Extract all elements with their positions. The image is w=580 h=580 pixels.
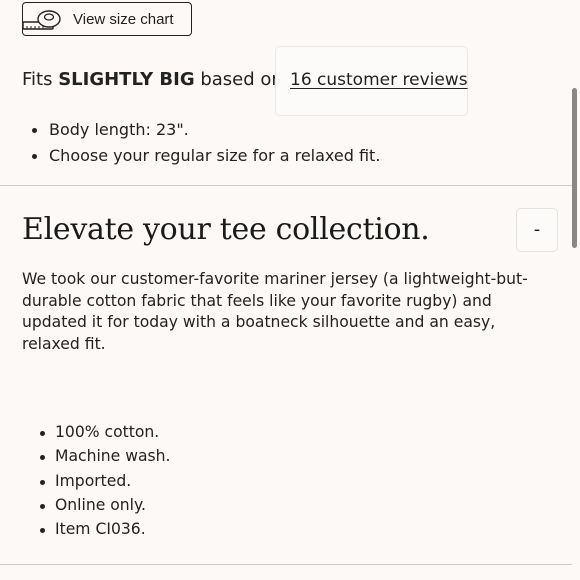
list-item: Body length: 23". xyxy=(32,118,380,144)
list-item: Item CI036. xyxy=(40,518,171,542)
customer-reviews-link[interactable]: 16 customer reviews xyxy=(290,70,468,90)
list-item: Machine wash. xyxy=(40,445,171,469)
scrollbar[interactable] xyxy=(572,88,577,248)
product-description: We took our customer-favorite mariner je… xyxy=(22,270,528,353)
size-chart-label: View size chart xyxy=(73,11,174,28)
tape-measure-icon xyxy=(22,10,61,30)
fit-notes-list: Body length: 23". Choose your regular si… xyxy=(32,118,380,170)
section-divider xyxy=(0,185,572,186)
list-item: Choose your regular size for a relaxed f… xyxy=(32,144,380,170)
section-title: Elevate your tee collection. xyxy=(22,212,430,247)
product-details-list: 100% cotton. Machine wash. Imported. Onl… xyxy=(40,421,171,542)
fit-emphasis: SLIGHTLY BIG xyxy=(58,69,195,90)
list-item: 100% cotton. xyxy=(40,421,171,445)
fit-prefix: Fits xyxy=(22,69,59,90)
reviews-link-container: 16 customer reviews xyxy=(275,46,468,116)
list-item: Online only. xyxy=(40,494,171,518)
collapse-section-button[interactable]: - xyxy=(516,208,558,252)
list-item: Imported. xyxy=(40,470,171,494)
bottom-divider xyxy=(0,564,572,565)
view-size-chart-button[interactable]: View size chart xyxy=(22,2,192,36)
fit-summary: Fits SLIGHTLY BIG based on xyxy=(22,69,283,90)
fit-suffix: based on xyxy=(194,69,283,90)
